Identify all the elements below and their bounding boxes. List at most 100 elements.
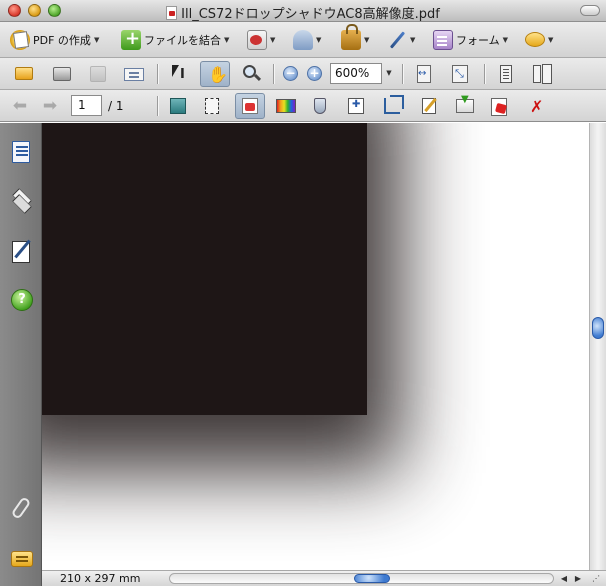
view-toolbar: I ✋ − + <box>0 58 606 90</box>
scroll-right-button[interactable]: ▶ <box>572 572 584 585</box>
select-tool-button[interactable]: I <box>166 63 190 85</box>
crop-box-button[interactable] <box>200 95 224 117</box>
pages-icon[interactable] <box>12 141 30 163</box>
page-tool-icon <box>170 98 186 114</box>
page-number-input[interactable]: 1 <box>71 95 102 116</box>
review-button[interactable]: ▼ <box>293 28 321 52</box>
fit-page-button[interactable] <box>448 63 472 85</box>
navigation-sidebar: ? <box>0 123 42 586</box>
vertical-scroll-thumb[interactable] <box>592 317 604 339</box>
document-view[interactable] <box>42 123 589 570</box>
comments-icon[interactable] <box>11 551 33 567</box>
combine-files-label: ファイルを結合 <box>144 34 221 47</box>
forms-button[interactable]: フォーム ▼ <box>433 28 508 52</box>
download-button[interactable] <box>453 94 477 117</box>
pdf-document-icon <box>166 6 178 20</box>
folder-icon <box>15 67 33 80</box>
toolbar-separator <box>273 64 274 84</box>
tasks-toolbar: PDF の作成 ▼ ファイルを結合 ▼ ▼ ▼ ▼ ▼ フォーム ▼ ▼ <box>0 22 606 58</box>
scroll-left-button[interactable]: ◀ <box>558 572 570 585</box>
toolbar-separator <box>402 64 403 84</box>
print-button[interactable] <box>50 63 74 85</box>
previous-page-button[interactable]: ⬅ <box>10 96 30 116</box>
vertical-scrollbar[interactable] <box>589 123 606 570</box>
attachment-icon[interactable] <box>10 496 32 520</box>
zoom-out-button[interactable]: − <box>283 66 298 81</box>
crop-box-icon <box>205 98 219 114</box>
form-icon <box>433 30 453 50</box>
fix-icon: ✗ <box>530 97 544 116</box>
combine-files-icon <box>121 28 141 50</box>
single-page-button[interactable] <box>494 63 518 85</box>
sign-button[interactable]: ▼ <box>387 28 415 52</box>
fit-page-icon <box>452 65 468 83</box>
title-bar: Ill_CS72ドロップシャドウAC8高解像度.pdf <box>0 0 606 22</box>
toolbar-separator <box>157 96 158 116</box>
status-bar: 210 x 297 mm ◀ ▶ ⋰ <box>42 570 606 586</box>
crop-marks-button[interactable] <box>380 95 404 117</box>
crop-marks-icon <box>384 95 404 114</box>
flask-icon <box>314 98 326 114</box>
hand-icon: ✋ <box>208 65 228 84</box>
output-preview-icon <box>242 98 258 114</box>
horizontal-scrollbar[interactable] <box>169 573 554 584</box>
printer-icon <box>53 67 71 81</box>
output-preview-button[interactable] <box>235 93 265 119</box>
download-icon <box>456 94 474 113</box>
export-button[interactable]: ▼ <box>247 28 275 52</box>
zoom-level-input[interactable]: 600% <box>330 63 382 84</box>
combine-files-button[interactable]: ファイルを結合 ▼ <box>121 28 229 52</box>
next-page-button[interactable]: ➡ <box>40 96 60 116</box>
comment-button[interactable]: ▼ <box>525 28 553 52</box>
page-tool-button[interactable] <box>166 95 190 117</box>
text-cursor-icon: I <box>180 67 185 82</box>
magnifier-handle-icon <box>253 73 262 82</box>
zoom-in-button[interactable]: + <box>307 66 322 81</box>
fit-width-button[interactable] <box>412 63 436 85</box>
page-size-label: 210 x 297 mm <box>60 572 141 585</box>
open-button[interactable] <box>12 63 36 85</box>
zoom-dropdown-button[interactable]: ▼ <box>383 63 395 84</box>
create-pdf-button[interactable]: PDF の作成 ▼ <box>10 28 99 52</box>
edit-icon <box>422 98 436 114</box>
chevron-down-icon: ▼ <box>93 36 100 44</box>
lock-icon <box>341 24 361 50</box>
email-button[interactable] <box>122 63 146 85</box>
create-pdf-icon <box>10 30 30 50</box>
resize-grip-icon[interactable]: ⋰ <box>590 572 602 585</box>
forms-label: フォーム <box>456 34 500 47</box>
registration-target-button[interactable] <box>344 95 368 117</box>
chevron-down-icon: ▼ <box>316 36 322 44</box>
review-icon <box>293 30 313 50</box>
hand-tool-button[interactable]: ✋ <box>200 61 230 87</box>
preflight-button[interactable] <box>308 95 332 117</box>
toolbar-toggle-button[interactable] <box>580 5 600 16</box>
chevron-down-icon: ▼ <box>410 36 416 44</box>
chevron-down-icon: ▼ <box>548 36 554 44</box>
separations-button[interactable] <box>274 95 298 117</box>
window-title: Ill_CS72ドロップシャドウAC8高解像度.pdf <box>181 7 440 22</box>
two-page-icon <box>533 65 541 83</box>
pen-icon <box>387 30 407 50</box>
target-icon <box>348 98 364 114</box>
signatures-icon[interactable] <box>12 241 30 263</box>
acrobat-pdf-button[interactable] <box>488 95 512 117</box>
chevron-down-icon: ▼ <box>502 36 509 44</box>
chevron-down-icon: ▼ <box>224 36 230 44</box>
horizontal-scroll-thumb[interactable] <box>354 574 390 583</box>
save-button[interactable] <box>86 63 110 85</box>
layers-icon[interactable] <box>11 189 33 211</box>
page-total-label: / 1 <box>108 99 124 113</box>
touch-up-button[interactable] <box>418 95 442 117</box>
two-page-button[interactable] <box>530 63 554 85</box>
email-icon <box>124 68 144 81</box>
toolbar-separator <box>157 64 158 84</box>
single-page-icon <box>500 65 512 83</box>
secure-button[interactable]: ▼ <box>341 24 369 52</box>
window-title-group: Ill_CS72ドロップシャドウAC8高解像度.pdf <box>0 3 606 22</box>
help-icon[interactable]: ? <box>11 289 33 311</box>
zoom-tool-button[interactable] <box>240 63 264 85</box>
save-icon <box>90 66 106 82</box>
export-icon <box>247 30 267 50</box>
fix-hairlines-button[interactable]: ✗ <box>524 95 548 117</box>
